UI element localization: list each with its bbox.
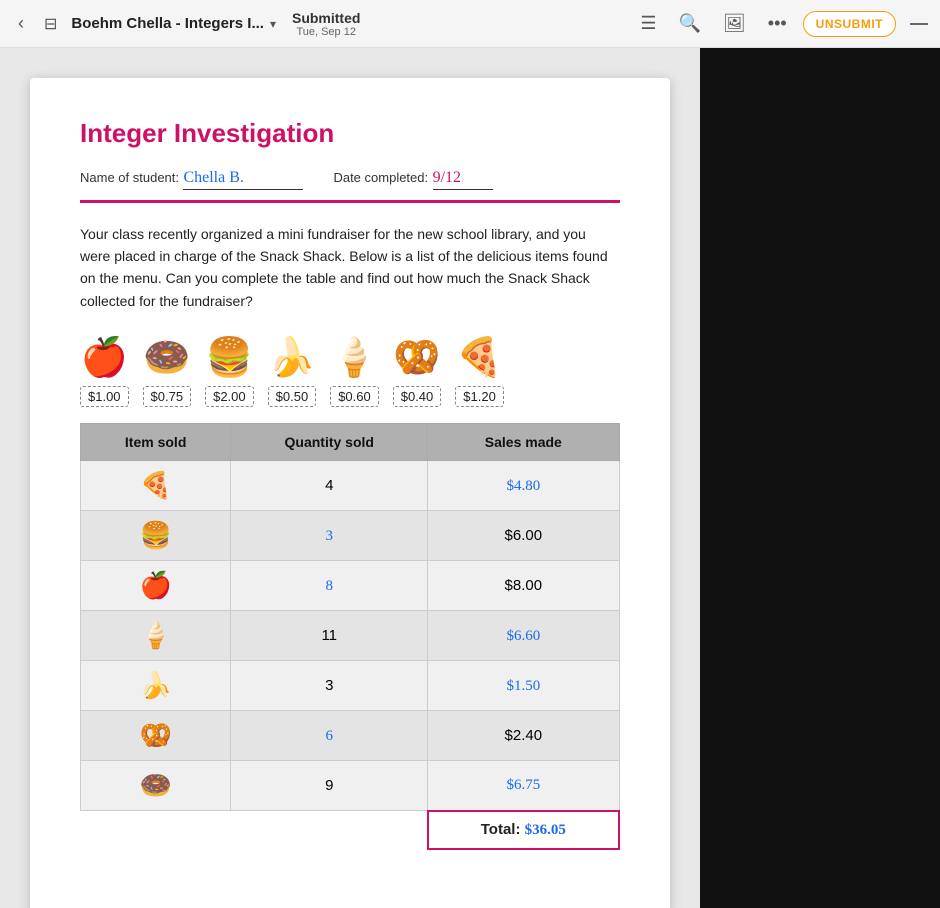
list-icon: ☰	[640, 13, 656, 34]
apple-emoji: 🍎	[81, 336, 128, 380]
title-area: Boehm Chella - Integers I... ▾	[71, 15, 276, 32]
food-item-pizza: 🍕 $1.20	[455, 336, 504, 407]
sales-cell: $6.60	[428, 611, 619, 661]
quantity-cell: 3	[231, 511, 428, 561]
more-button[interactable]: •••	[762, 7, 793, 40]
sales-cell: $1.50	[428, 661, 619, 711]
pretzel-price: $0.40	[393, 386, 442, 407]
list-button[interactable]: ☰	[634, 7, 662, 40]
table-row: 🍦 11 $6.60	[81, 611, 620, 661]
item-emoji-cell: 🍕	[81, 461, 231, 511]
doc-title: Boehm Chella - Integers I...	[71, 15, 264, 32]
layout-button[interactable]: ⊟	[38, 8, 63, 40]
quantity-cell: 3	[231, 661, 428, 711]
table-row: 🍌 3 $1.50	[81, 661, 620, 711]
banana-price: $0.50	[268, 386, 317, 407]
col-quantity-sold: Quantity sold	[231, 424, 428, 461]
food-item-apple: 🍎 $1.00	[80, 336, 129, 407]
item-emoji-cell: 🍩	[81, 761, 231, 811]
unsubmit-button[interactable]: UNSUBMIT	[803, 11, 896, 37]
burger-price: $2.00	[205, 386, 254, 407]
table-row: 🥨 6 $2.40	[81, 711, 620, 761]
food-item-icecream: 🍦 $0.60	[330, 336, 379, 407]
top-bar-right: ☰ 🔍 🖼 ••• UNSUBMIT	[634, 7, 928, 40]
donut-emoji: 🍩	[143, 336, 190, 380]
col-item-sold: Item sold	[81, 424, 231, 461]
donut-price: $0.75	[143, 386, 192, 407]
search-icon: 🔍	[678, 13, 700, 34]
food-item-burger: 🍔 $2.00	[205, 336, 254, 407]
item-emoji-cell: 🥨	[81, 711, 231, 761]
page-title: Integer Investigation	[80, 118, 620, 149]
burger-emoji: 🍔	[206, 336, 253, 380]
submitted-section: Submitted Tue, Sep 12	[292, 10, 360, 38]
sales-cell: $2.40	[428, 711, 619, 761]
quantity-cell: 9	[231, 761, 428, 811]
pizza-price: $1.20	[455, 386, 504, 407]
sales-table: Item sold Quantity sold Sales made 🍕 4 $…	[80, 423, 620, 850]
table-row: 🍎 8 $8.00	[81, 561, 620, 611]
student-name-value: Chella B.	[183, 169, 303, 190]
back-icon: ‹	[18, 13, 24, 34]
item-emoji-cell: 🍔	[81, 511, 231, 561]
sales-cell: $8.00	[428, 561, 619, 611]
banana-emoji: 🍌	[268, 336, 315, 380]
item-emoji-cell: 🍦	[81, 611, 231, 661]
ellipsis-icon: •••	[768, 13, 787, 34]
food-item-banana: 🍌 $0.50	[268, 336, 317, 407]
sales-cell: $6.00	[428, 511, 619, 561]
back-button[interactable]: ‹	[12, 7, 30, 40]
food-icons-row: 🍎 $1.00 🍩 $0.75 🍔 $2.00 🍌 $0.50 🍦	[80, 336, 620, 407]
stamp-button[interactable]: 🖼	[717, 7, 752, 40]
apple-price: $1.00	[80, 386, 129, 407]
total-label: Total:	[481, 821, 521, 838]
food-item-donut: 🍩 $0.75	[143, 336, 192, 407]
date-field: Date completed: 9/12	[333, 169, 492, 190]
name-date-row: Name of student: Chella B. Date complete…	[80, 169, 620, 190]
name-label: Name of student: Chella B.	[80, 169, 303, 190]
icecream-emoji: 🍦	[331, 336, 378, 380]
sales-cell: $4.80	[428, 461, 619, 511]
top-bar: ‹ ⊟ Boehm Chella - Integers I... ▾ Submi…	[0, 0, 940, 48]
date-value: 9/12	[433, 169, 493, 190]
main-layout: Integer Investigation Name of student: C…	[0, 48, 940, 908]
table-row: 🍕 4 $4.80	[81, 461, 620, 511]
total-row: Total: $36.05	[81, 811, 620, 849]
doc-page: Integer Investigation Name of student: C…	[30, 78, 670, 908]
quantity-cell: 11	[231, 611, 428, 661]
item-emoji-cell: 🍎	[81, 561, 231, 611]
search-button[interactable]: 🔍	[672, 7, 706, 40]
stamp-icon: 🖼	[723, 13, 746, 34]
doc-area: Integer Investigation Name of student: C…	[0, 48, 700, 908]
table-row: 🍩 9 $6.75	[81, 761, 620, 811]
sales-cell: $6.75	[428, 761, 619, 811]
icecream-price: $0.60	[330, 386, 379, 407]
top-bar-left: ‹ ⊟ Boehm Chella - Integers I... ▾ Submi…	[12, 7, 360, 40]
table-header-row: Item sold Quantity sold Sales made	[81, 424, 620, 461]
quantity-cell: 4	[231, 461, 428, 511]
description-text: Your class recently organized a mini fun…	[80, 223, 620, 313]
total-value: $36.05	[525, 822, 566, 838]
submitted-label: Submitted	[292, 10, 360, 26]
quantity-cell: 6	[231, 711, 428, 761]
col-sales-made: Sales made	[428, 424, 619, 461]
right-panel	[700, 48, 940, 908]
submitted-date: Tue, Sep 12	[296, 26, 356, 38]
total-empty-1	[81, 811, 231, 849]
layout-icon: ⊟	[44, 14, 57, 34]
table-row: 🍔 3 $6.00	[81, 511, 620, 561]
total-empty-2	[231, 811, 428, 849]
chevron-down-icon[interactable]: ▾	[270, 17, 276, 31]
total-cell: Total: $36.05	[428, 811, 619, 849]
divider	[80, 200, 620, 203]
pizza-emoji: 🍕	[456, 336, 503, 380]
food-item-pretzel: 🥨 $0.40	[393, 336, 442, 407]
pretzel-emoji: 🥨	[393, 336, 440, 380]
item-emoji-cell: 🍌	[81, 661, 231, 711]
quantity-cell: 8	[231, 561, 428, 611]
